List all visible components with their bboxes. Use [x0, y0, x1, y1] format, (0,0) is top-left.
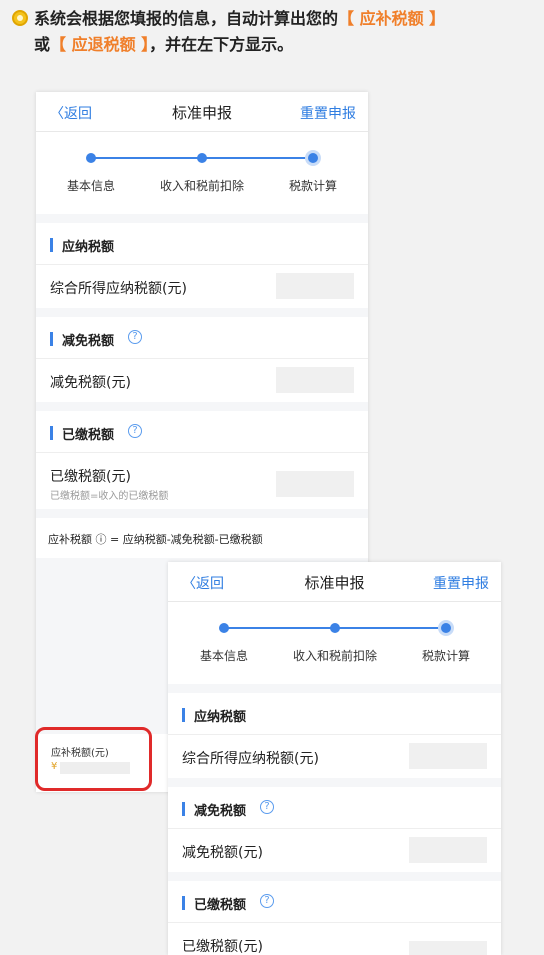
row-label: 综合所得应纳税额(元) — [182, 751, 319, 767]
paid-value-field — [409, 941, 487, 955]
row-payable: 综合所得应纳税额(元) — [168, 735, 501, 778]
step-dot-1 — [86, 153, 96, 163]
section-payable: 应纳税额 综合所得应纳税额(元) — [36, 223, 368, 308]
intro-text: 系统会根据您填报的信息，自动计算出您的【 应补税额 】 或【 应退税额 】，并在… — [12, 6, 534, 58]
row-payable: 综合所得应纳税额(元) — [36, 265, 368, 308]
section-header: 减免税额 ? — [36, 317, 368, 359]
help-icon[interactable]: ? — [260, 894, 274, 908]
step-dot-3-active — [305, 150, 321, 166]
accent-bar — [182, 708, 185, 722]
formula-row: 应补税额 ⓘ = 应纳税额-减免税额-已缴税额 — [36, 518, 368, 558]
paid-value-field — [276, 471, 354, 497]
accent-bar — [182, 802, 185, 816]
section-header: 应纳税额 — [168, 693, 501, 735]
row-label: 减免税额(元) — [50, 375, 131, 391]
section-title: 减免税额 — [194, 804, 247, 819]
section-title: 应纳税额 — [194, 710, 247, 725]
row-reduction: 减免税额(元) — [168, 829, 501, 872]
reset-button[interactable]: 重置申报 — [433, 573, 489, 593]
section-paid: 已缴税额 ? 已缴税额(元) 已缴税额=收入的已缴税额 — [36, 411, 368, 509]
accent-bar — [50, 238, 53, 252]
step-dot-2 — [330, 623, 340, 633]
section-reduction: 减免税额 ? 减免税额(元) — [168, 787, 501, 872]
bullet-icon — [12, 10, 28, 26]
row-sublabel: 已缴税额=收入的已缴税额 — [50, 491, 169, 502]
intro-line-2-suffix: ，并在左下方显示。 — [149, 35, 294, 54]
payable-value-field — [276, 273, 354, 299]
row-label: 综合所得应纳税额(元) — [50, 281, 187, 297]
step-label-1[interactable]: 基本信息 — [200, 647, 248, 664]
row-paid: 已缴税额(元) — [168, 923, 501, 955]
formula-text: 应补税额 ⓘ = 应纳税额-减免税额-已缴税额 — [48, 533, 263, 546]
reduction-value-field — [276, 367, 354, 393]
payable-value-field — [409, 743, 487, 769]
highlight-refund: 【 应退税额 】 — [50, 35, 150, 54]
nav-bar: 〈返回 标准申报 重置申报 — [36, 92, 368, 132]
row-label: 已缴税额(元) — [50, 469, 131, 485]
section-reduction: 减免税额 ? 减免税额(元) — [36, 317, 368, 402]
step-label-1[interactable]: 基本信息 — [67, 177, 115, 194]
help-icon[interactable]: ? — [260, 800, 274, 814]
step-label-2[interactable]: 收入和税前扣除 — [160, 177, 244, 194]
row-label: 已缴税额(元) — [182, 939, 263, 955]
section-header: 已缴税额 ? — [168, 881, 501, 923]
row-reduction: 减免税额(元) — [36, 359, 368, 402]
row-paid: 已缴税额(元) 已缴税额=收入的已缴税额 — [36, 453, 368, 509]
help-icon[interactable]: ? — [128, 330, 142, 344]
section-paid: 已缴税额 ? 已缴税额(元) — [168, 881, 501, 955]
progress-steps: 基本信息 收入和税前扣除 税款计算 — [168, 602, 501, 684]
help-icon[interactable]: ? — [128, 424, 142, 438]
step-dot-3-active — [438, 620, 454, 636]
progress-steps: 基本信息 收入和税前扣除 税款计算 — [36, 132, 368, 214]
step-dot-1 — [219, 623, 229, 633]
row-label: 减免税额(元) — [182, 845, 263, 861]
accent-bar — [50, 426, 53, 440]
reduction-value-field — [409, 837, 487, 863]
section-payable: 应纳税额 综合所得应纳税额(元) — [168, 693, 501, 778]
intro-line-2-prefix: 或 — [34, 35, 51, 54]
section-header: 减免税额 ? — [168, 787, 501, 829]
intro-line-2: 或【 应退税额 】，并在左下方显示。 — [34, 32, 534, 58]
page: 系统会根据您填报的信息，自动计算出您的【 应补税额 】 或【 应退税额 】，并在… — [0, 0, 544, 955]
step-label-2[interactable]: 收入和税前扣除 — [293, 647, 377, 664]
step-label-3[interactable]: 税款计算 — [422, 647, 470, 664]
accent-bar — [182, 896, 185, 910]
intro-line-1: 系统会根据您填报的信息，自动计算出您的【 应补税额 】 — [34, 6, 534, 32]
highlight-ring — [35, 727, 152, 791]
highlight-supplement: 【 应补税额 】 — [338, 9, 446, 28]
step-label-3[interactable]: 税款计算 — [289, 177, 337, 194]
intro-line-1-text: 系统会根据您填报的信息，自动计算出您的 — [34, 9, 339, 28]
section-title: 减免税额 — [62, 334, 115, 349]
nav-bar: 〈返回 标准申报 重置申报 — [168, 562, 501, 602]
reset-button[interactable]: 重置申报 — [300, 103, 356, 123]
screen-b: 〈返回 标准申报 重置申报 基本信息 收入和税前扣除 税款计算 应纳税额 综合所… — [168, 562, 501, 955]
accent-bar — [50, 332, 53, 346]
step-dot-2 — [197, 153, 207, 163]
section-title: 应纳税额 — [62, 240, 115, 255]
section-header: 应纳税额 — [36, 223, 368, 265]
section-title: 已缴税额 — [194, 898, 247, 913]
section-title: 已缴税额 — [62, 428, 115, 443]
section-header: 已缴税额 ? — [36, 411, 368, 453]
